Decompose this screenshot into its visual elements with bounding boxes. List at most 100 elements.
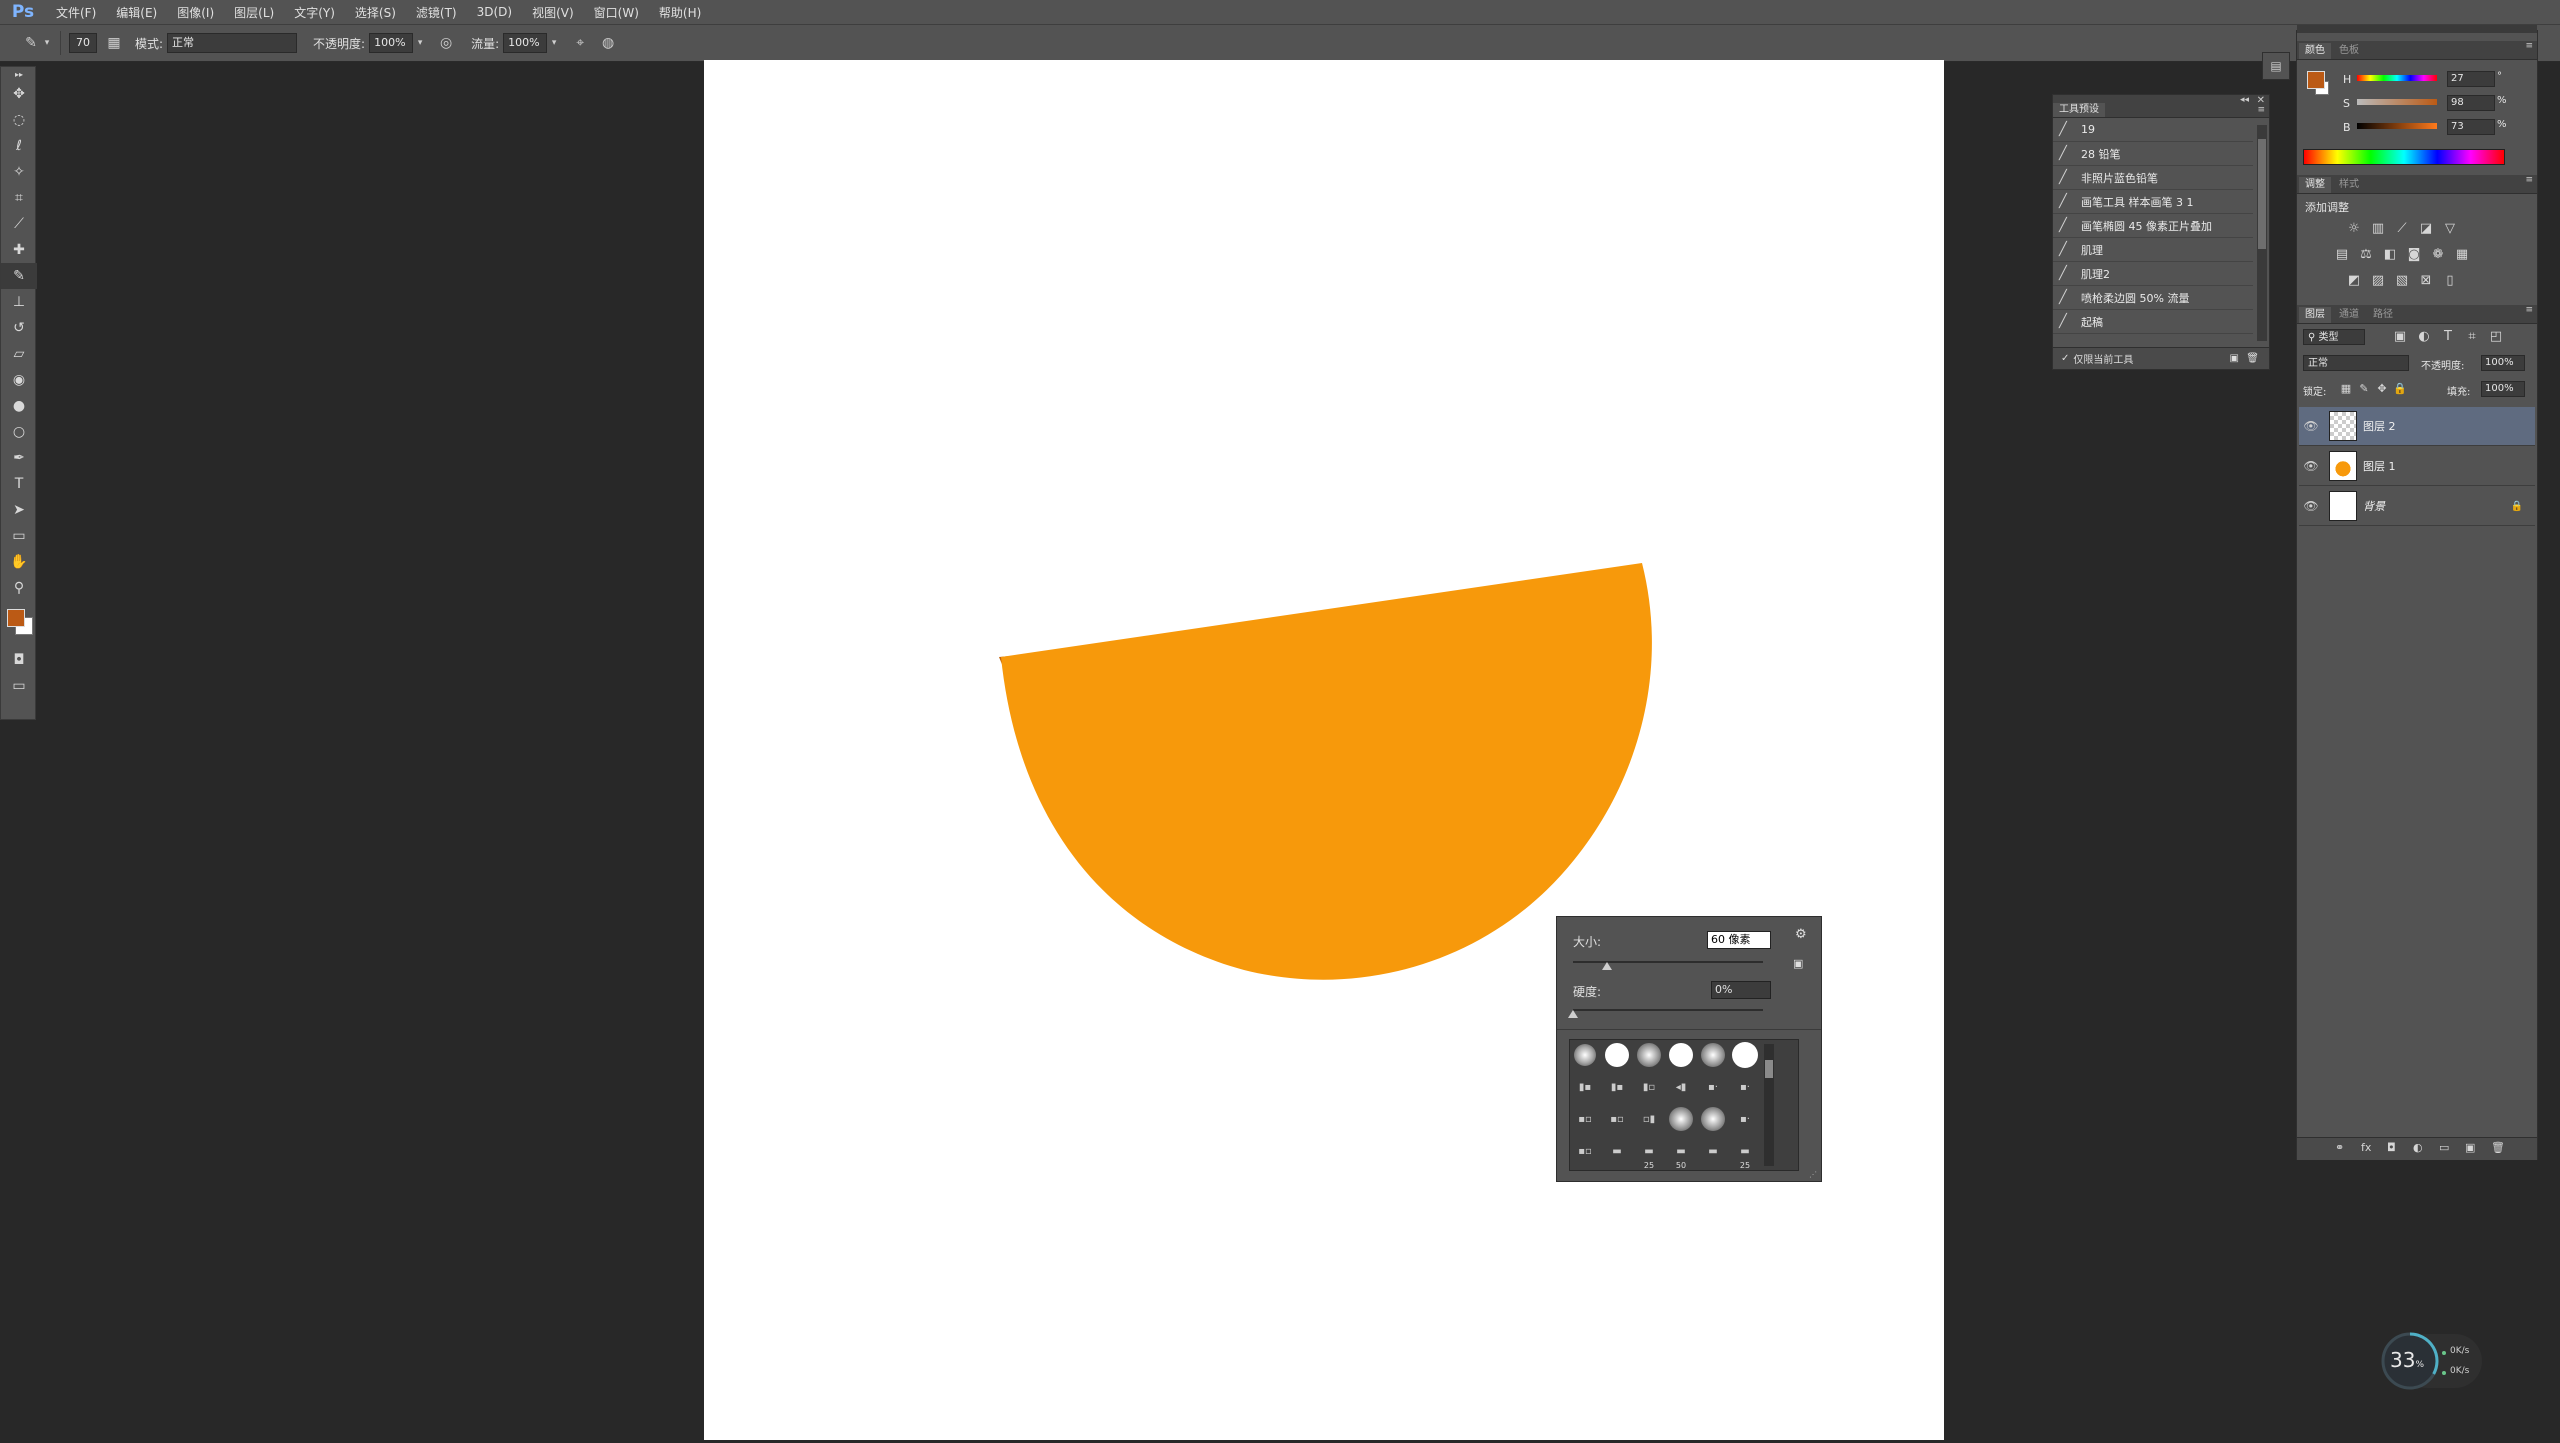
color-swatches[interactable] bbox=[1, 601, 37, 647]
preset-item[interactable]: ╱ 起稿 bbox=[2053, 310, 2253, 334]
document-canvas[interactable] bbox=[704, 60, 1944, 1440]
brush-tip[interactable] bbox=[1636, 1042, 1662, 1068]
preset-item[interactable]: ╱ 肌理 bbox=[2053, 238, 2253, 262]
preset-item[interactable]: ╱ 画笔工具 样本画笔 3 1 bbox=[2053, 190, 2253, 214]
pen-tool-icon[interactable]: ✒ bbox=[1, 445, 37, 471]
collapse-icon[interactable]: ◂◂ bbox=[2240, 95, 2249, 105]
crop-tool-icon[interactable]: ⌗ bbox=[1, 185, 37, 211]
screen-mode-icon[interactable]: ▭ bbox=[1, 673, 37, 699]
panel-menu-icon[interactable]: ≡ bbox=[2257, 105, 2265, 115]
flow-dropdown-icon[interactable]: ▾ bbox=[547, 32, 561, 54]
menu-help[interactable]: 帮助(H) bbox=[649, 4, 711, 21]
color-balance-icon[interactable]: ⚖ bbox=[2357, 247, 2375, 263]
layer-name[interactable]: 图层 2 bbox=[2363, 418, 2396, 434]
panel-menu-icon[interactable]: ≡ bbox=[2525, 175, 2533, 185]
filter-pixel-icon[interactable]: ▣ bbox=[2391, 329, 2409, 345]
black-white-icon[interactable]: ◧ bbox=[2381, 247, 2399, 263]
hand-tool-icon[interactable]: ✋ bbox=[1, 549, 37, 575]
blur-tool-icon[interactable]: ● bbox=[1, 393, 37, 419]
scrollbar-thumb[interactable] bbox=[1765, 1060, 1773, 1078]
brush-tip[interactable] bbox=[1668, 1042, 1694, 1068]
brush-tip[interactable]: ▬ 25 bbox=[1732, 1138, 1758, 1171]
tab-adjustments[interactable]: 调整 bbox=[2299, 177, 2331, 193]
lock-transparency-icon[interactable]: ▦ bbox=[2337, 381, 2355, 397]
preset-item[interactable]: ╱ 喷枪柔边圆 50% 流量 bbox=[2053, 286, 2253, 310]
menu-filter[interactable]: 滤镜(T) bbox=[406, 4, 467, 21]
type-tool-icon[interactable]: T bbox=[1, 471, 37, 497]
menu-type[interactable]: 文字(Y) bbox=[284, 4, 345, 21]
tab-channels[interactable]: 通道 bbox=[2333, 307, 2365, 323]
brightness-slider[interactable] bbox=[2357, 123, 2437, 129]
b-input[interactable]: 73 bbox=[2447, 119, 2495, 135]
menu-edit[interactable]: 编辑(E) bbox=[106, 4, 167, 21]
menu-image[interactable]: 图像(I) bbox=[167, 4, 224, 21]
brush-tip[interactable] bbox=[1668, 1106, 1694, 1132]
photo-filter-icon[interactable]: ◙ bbox=[2405, 247, 2423, 263]
saturation-slider[interactable] bbox=[2357, 99, 2437, 105]
brush-tip[interactable] bbox=[1700, 1106, 1726, 1132]
preset-item[interactable]: ╱ 19 bbox=[2053, 118, 2253, 142]
brush-tip[interactable]: ▪· bbox=[1700, 1074, 1726, 1100]
path-selection-tool-icon[interactable]: ➤ bbox=[1, 497, 37, 523]
h-input[interactable]: 27 bbox=[2447, 71, 2495, 87]
brush-tool-icon[interactable]: ✎ bbox=[20, 32, 42, 54]
hardness-slider-track[interactable] bbox=[1573, 1009, 1763, 1011]
brush-tip[interactable]: ▪▫ bbox=[1572, 1106, 1598, 1132]
layer-name[interactable]: 背景 bbox=[2363, 498, 2385, 514]
layer-name[interactable]: 图层 1 bbox=[2363, 458, 2396, 474]
new-group-icon[interactable]: ▭ bbox=[2439, 1141, 2449, 1154]
move-tool-icon[interactable]: ✥ bbox=[1, 81, 37, 107]
layer-row-2[interactable]: 👁 图层 2 bbox=[2299, 407, 2535, 446]
size-input[interactable]: 60 像素 bbox=[1707, 931, 1771, 949]
zoom-tool-icon[interactable]: ⚲ bbox=[1, 575, 37, 601]
brush-tip[interactable]: ▬ bbox=[1700, 1138, 1726, 1164]
layer-opacity-input[interactable]: 100% bbox=[2481, 355, 2525, 371]
hardness-input[interactable]: 0% bbox=[1711, 981, 1771, 999]
brush-tip[interactable] bbox=[1604, 1042, 1630, 1068]
tab-layers[interactable]: 图层 bbox=[2299, 307, 2331, 323]
selective-color-icon[interactable]: ⊠ bbox=[2417, 273, 2435, 289]
brush-tip[interactable]: ▮▫ bbox=[1636, 1074, 1662, 1100]
threshold-icon[interactable]: ▧ bbox=[2393, 273, 2411, 289]
filter-shape-icon[interactable]: ⌗ bbox=[2463, 329, 2481, 345]
brush-grid-scrollbar[interactable] bbox=[1764, 1044, 1774, 1166]
brush-tip[interactable]: ▮▪ bbox=[1604, 1074, 1630, 1100]
tab-color[interactable]: 颜色 bbox=[2299, 43, 2331, 59]
chevron-down-icon[interactable]: ▾ bbox=[42, 32, 52, 54]
new-preset-icon[interactable]: ▣ bbox=[2230, 353, 2239, 364]
s-input[interactable]: 98 bbox=[2447, 95, 2495, 111]
opacity-input[interactable]: 100% bbox=[369, 33, 414, 53]
filter-adjustment-icon[interactable]: ◐ bbox=[2415, 329, 2433, 345]
healing-brush-tool-icon[interactable]: ✚ bbox=[1, 237, 37, 263]
layer-filter-select[interactable]: ⚲ 类型 bbox=[2303, 329, 2365, 345]
brush-tip[interactable]: ▪▫ bbox=[1572, 1138, 1598, 1164]
menu-window[interactable]: 窗口(W) bbox=[584, 4, 649, 21]
preset-item[interactable]: ╱ 非照片蓝色铅笔 bbox=[2053, 166, 2253, 190]
color-lookup-icon[interactable]: ▦ bbox=[2453, 247, 2471, 263]
exposure-icon[interactable]: ◪ bbox=[2417, 221, 2435, 237]
add-mask-icon[interactable]: ◘ bbox=[2387, 1141, 2396, 1154]
vibrance-icon[interactable]: ▽ bbox=[2441, 221, 2459, 237]
resize-grip-icon[interactable]: ⋰ bbox=[1809, 1170, 1817, 1179]
brush-tool-icon[interactable]: ✎ bbox=[1, 263, 37, 289]
layer-row-background[interactable]: 👁 背景 🔒 bbox=[2299, 487, 2535, 526]
hue-slider[interactable] bbox=[2357, 75, 2437, 81]
eraser-tool-icon[interactable]: ▱ bbox=[1, 341, 37, 367]
brush-preset-picker[interactable]: 70 bbox=[69, 33, 97, 53]
eye-icon[interactable]: 👁 bbox=[2299, 419, 2323, 433]
trash-icon[interactable]: 🗑 bbox=[2491, 1141, 2505, 1154]
quick-mask-icon[interactable]: ◘ bbox=[1, 647, 37, 673]
blend-mode-select[interactable]: 正常 bbox=[2303, 355, 2409, 371]
fill-input[interactable]: 100% bbox=[2481, 381, 2525, 397]
new-preset-icon[interactable]: ▣ bbox=[1793, 957, 1803, 970]
panel-menu-icon[interactable]: ≡ bbox=[2525, 41, 2533, 51]
brush-tip[interactable]: ▮▪ bbox=[1572, 1074, 1598, 1100]
lock-pixels-icon[interactable]: ✎ bbox=[2355, 381, 2373, 397]
brush-tip[interactable]: ▬ 25 bbox=[1636, 1138, 1662, 1171]
clone-stamp-tool-icon[interactable]: ⊥ bbox=[1, 289, 37, 315]
eyedropper-tool-icon[interactable]: ⟋ bbox=[1, 211, 37, 237]
eye-icon[interactable]: 👁 bbox=[2299, 499, 2323, 513]
panel-menu-icon[interactable]: ≡ bbox=[2525, 305, 2533, 315]
menu-layer[interactable]: 图层(L) bbox=[224, 4, 284, 21]
gear-icon[interactable]: ⚙ bbox=[1795, 927, 1807, 942]
